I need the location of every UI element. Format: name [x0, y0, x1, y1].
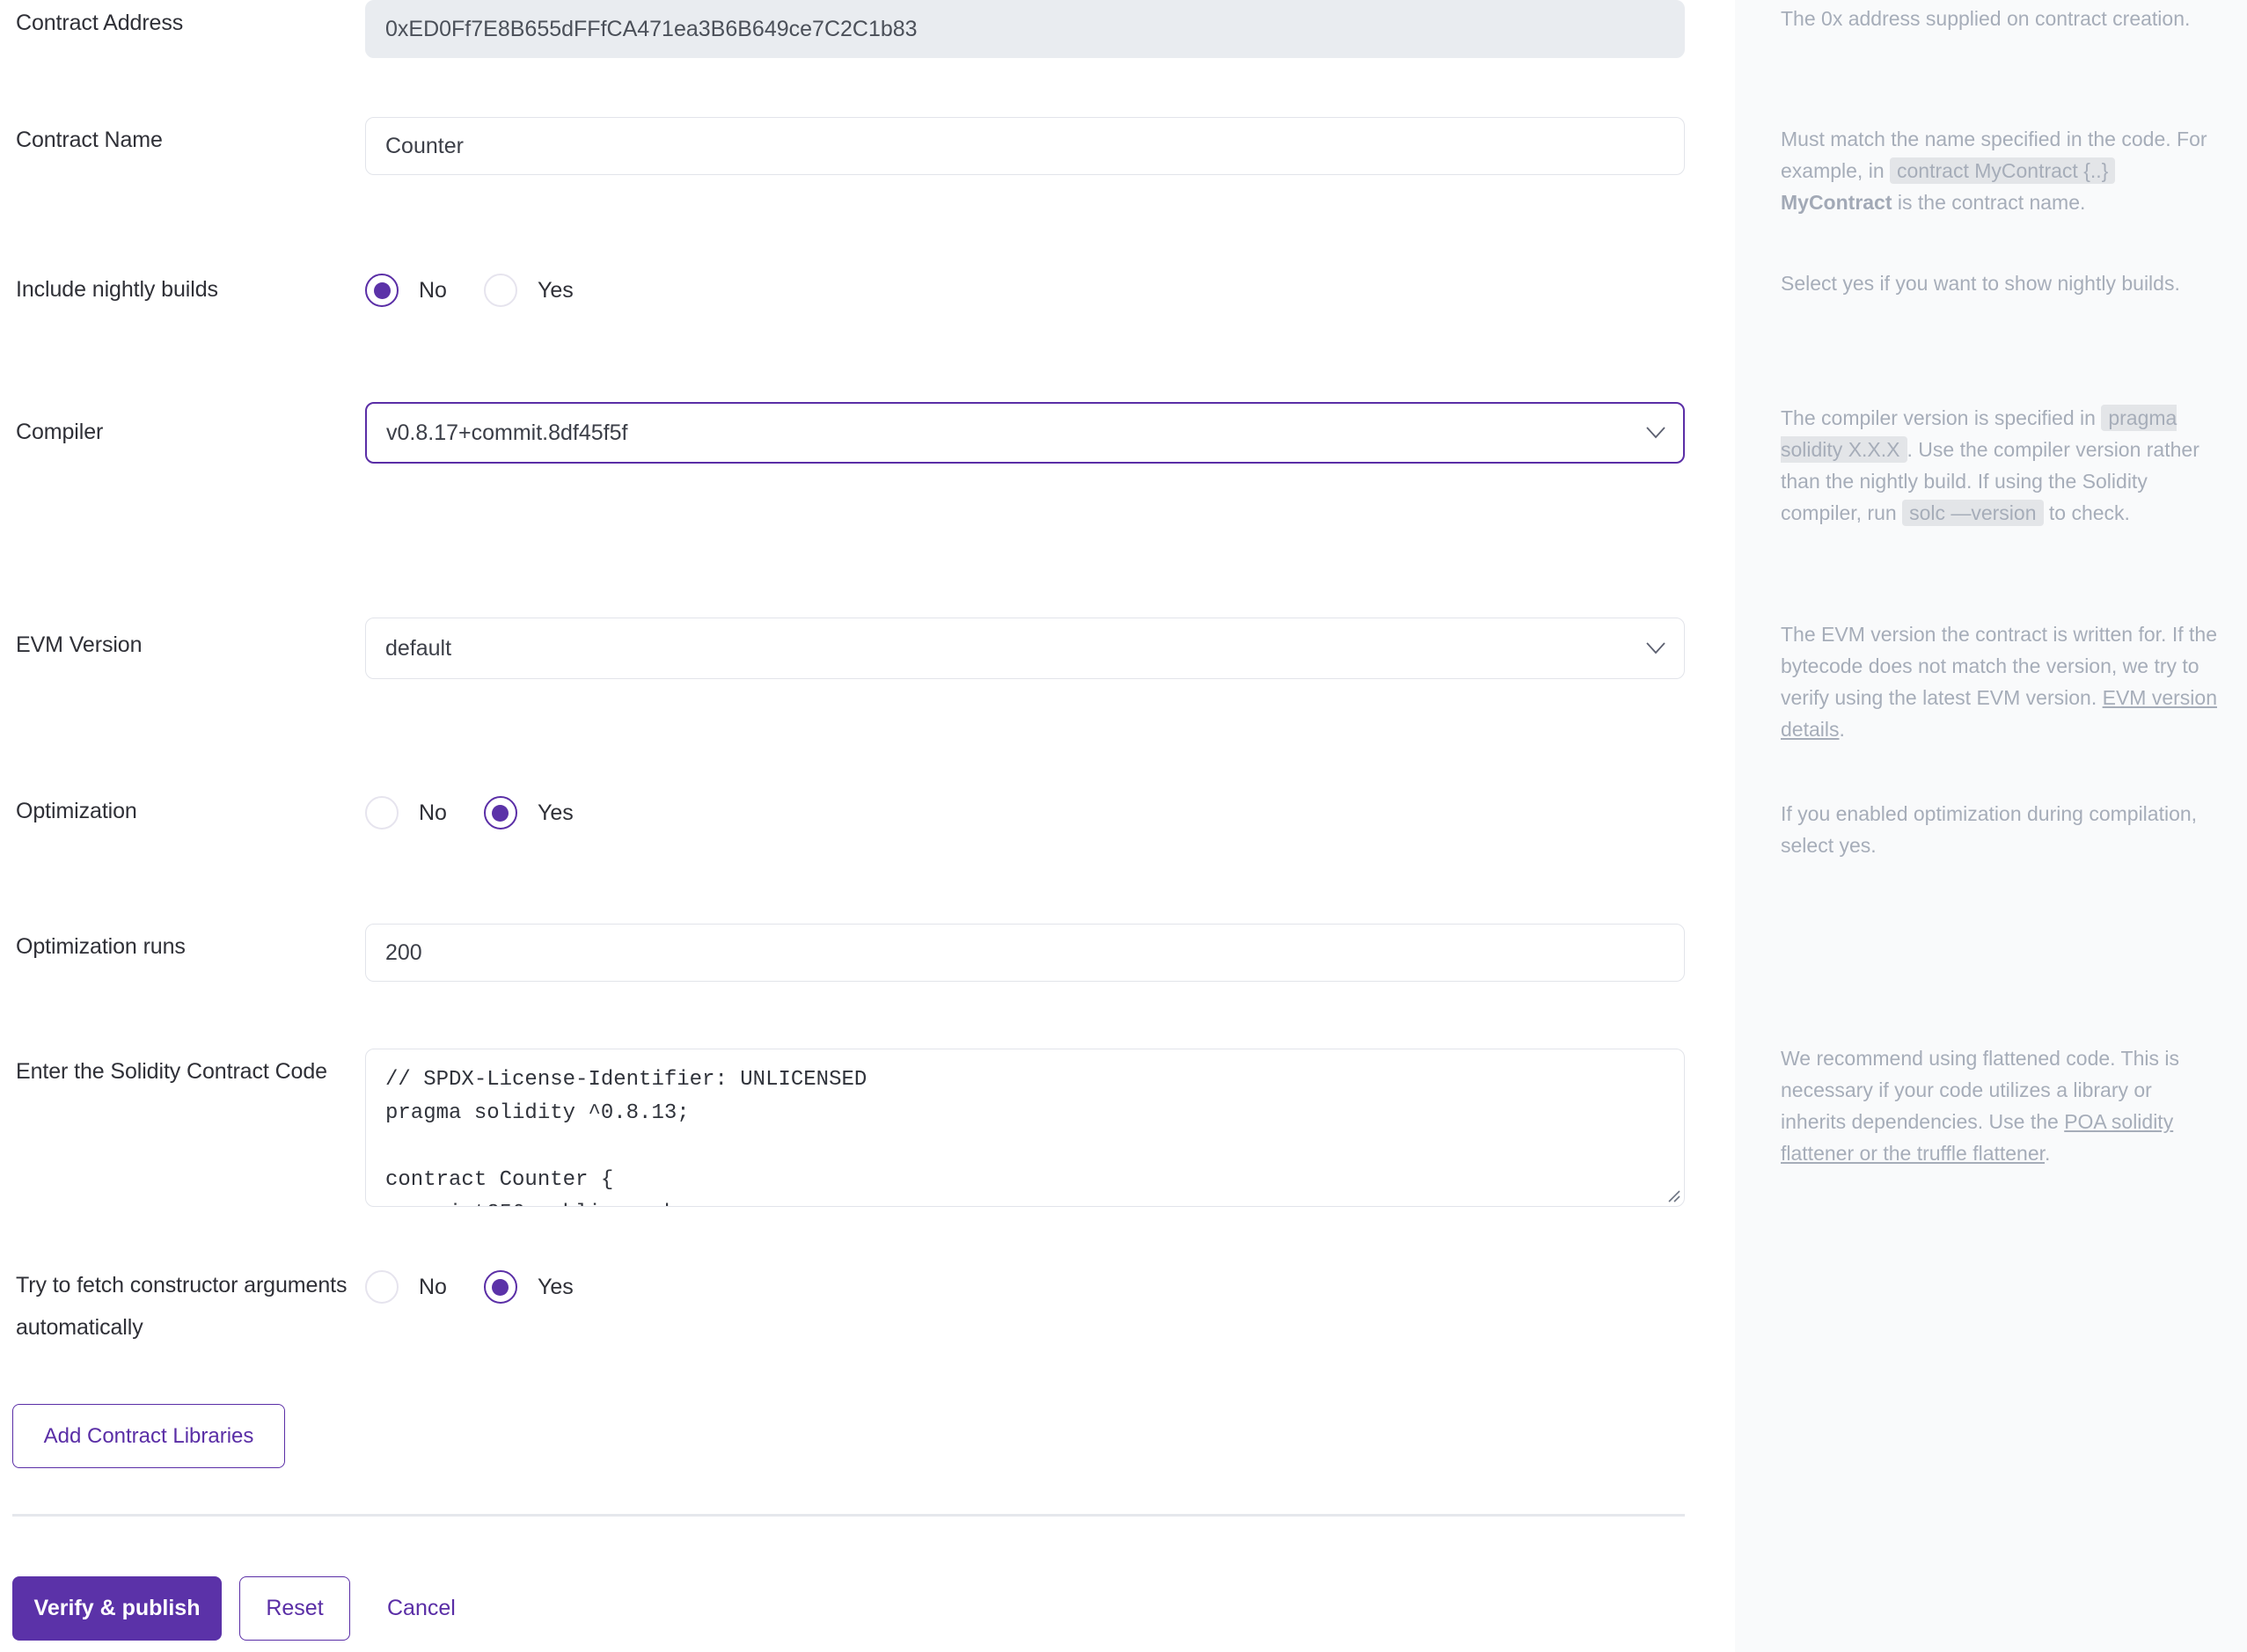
nightly-builds-option-yes[interactable]: Yes	[483, 274, 574, 307]
help-column: The 0x address supplied on contract crea…	[1735, 0, 2247, 1652]
compiler-label: Compiler	[16, 420, 104, 444]
optimization-runs-input[interactable]	[365, 924, 1685, 982]
fetch-constructor-args-option-yes[interactable]: Yes	[483, 1270, 574, 1304]
optimization-option-no[interactable]: No	[365, 796, 447, 830]
radio-unchecked-icon	[483, 274, 517, 307]
fetch-constructor-args-option-yes-label: Yes	[537, 1274, 574, 1299]
radio-unchecked-icon	[365, 796, 399, 830]
contract-name-input[interactable]	[365, 117, 1685, 175]
radio-checked-icon	[365, 274, 399, 307]
solidity-code-content: // SPDX-License-Identifier: UNLICENSED p…	[385, 1068, 867, 1206]
help-contract-name: Must match the name specified in the cod…	[1781, 123, 2221, 218]
radio-unchecked-icon	[365, 1270, 399, 1304]
add-contract-libraries-button[interactable]: Add Contract Libraries	[12, 1404, 285, 1468]
footer-divider	[12, 1514, 1685, 1517]
evm-version-label: EVM Version	[16, 632, 143, 657]
fetch-constructor-args-radio-group: No Yes	[365, 1270, 574, 1304]
nightly-builds-option-no-label: No	[419, 277, 447, 303]
help-solidity-code-part2: .	[2045, 1142, 2051, 1165]
nightly-builds-radio-group: No Yes	[365, 274, 574, 307]
help-optimization: If you enabled optimization during compi…	[1781, 802, 2198, 857]
help-compiler-part1: The compiler version is specified in	[1781, 406, 2102, 429]
help-contract-name-bold1: MyContract	[1781, 191, 1892, 214]
form-column: Contract Address Contract Name Include n…	[0, 0, 1735, 1652]
cancel-button[interactable]: Cancel	[387, 1576, 456, 1641]
radio-checked-icon	[483, 1270, 517, 1304]
help-solidity-code: We recommend using flattened code. This …	[1781, 1042, 2221, 1169]
optimization-runs-label: Optimization runs	[16, 934, 186, 959]
help-compiler: The compiler version is specified in pra…	[1781, 402, 2221, 529]
evm-version-select-wrap: default	[365, 618, 1685, 679]
help-compiler-code2: solc —version	[1902, 500, 2044, 526]
help-nightly-builds: Select yes if you want to show nightly b…	[1781, 272, 2180, 295]
fetch-constructor-args-label: Try to fetch constructor arguments autom…	[16, 1273, 348, 1340]
fetch-constructor-args-option-no[interactable]: No	[365, 1270, 447, 1304]
optimization-radio-group: No Yes	[365, 796, 574, 830]
help-contract-address: The 0x address supplied on contract crea…	[1781, 7, 2191, 30]
verify-contract-page: Contract Address Contract Name Include n…	[0, 0, 2247, 1652]
optimization-option-yes[interactable]: Yes	[483, 796, 574, 830]
nightly-builds-option-yes-label: Yes	[537, 277, 574, 303]
compiler-select-wrap: v0.8.17+commit.8df45f5f	[365, 402, 1685, 464]
verify-and-publish-button[interactable]: Verify & publish	[12, 1576, 222, 1641]
help-contract-name-part2: is the contract name.	[1892, 191, 2086, 214]
optimization-label: Optimization	[16, 799, 137, 823]
optimization-option-yes-label: Yes	[537, 800, 574, 825]
help-evm-version: The EVM version the contract is written …	[1781, 618, 2221, 745]
contract-name-label: Contract Name	[16, 128, 163, 152]
help-contract-name-code1: contract MyContract {..}	[1890, 157, 2116, 184]
nightly-builds-label: Include nightly builds	[16, 277, 218, 302]
compiler-select[interactable]: v0.8.17+commit.8df45f5f	[365, 402, 1685, 464]
compiler-select-value: v0.8.17+commit.8df45f5f	[386, 420, 628, 445]
help-evm-version-part2: .	[1839, 718, 1845, 741]
contract-address-label: Contract Address	[16, 11, 184, 35]
nightly-builds-option-no[interactable]: No	[365, 274, 447, 307]
evm-version-select[interactable]: default	[365, 618, 1685, 679]
evm-version-select-value: default	[385, 635, 452, 661]
solidity-code-label: Enter the Solidity Contract Code	[16, 1059, 327, 1084]
fetch-constructor-args-option-no-label: No	[419, 1274, 447, 1299]
solidity-code-textarea[interactable]: // SPDX-License-Identifier: UNLICENSED p…	[365, 1049, 1685, 1207]
reset-button[interactable]: Reset	[239, 1576, 350, 1641]
radio-checked-icon	[483, 796, 517, 830]
help-compiler-part3: to check.	[2043, 501, 2130, 524]
optimization-option-no-label: No	[419, 800, 447, 825]
contract-address-input[interactable]	[365, 0, 1685, 58]
